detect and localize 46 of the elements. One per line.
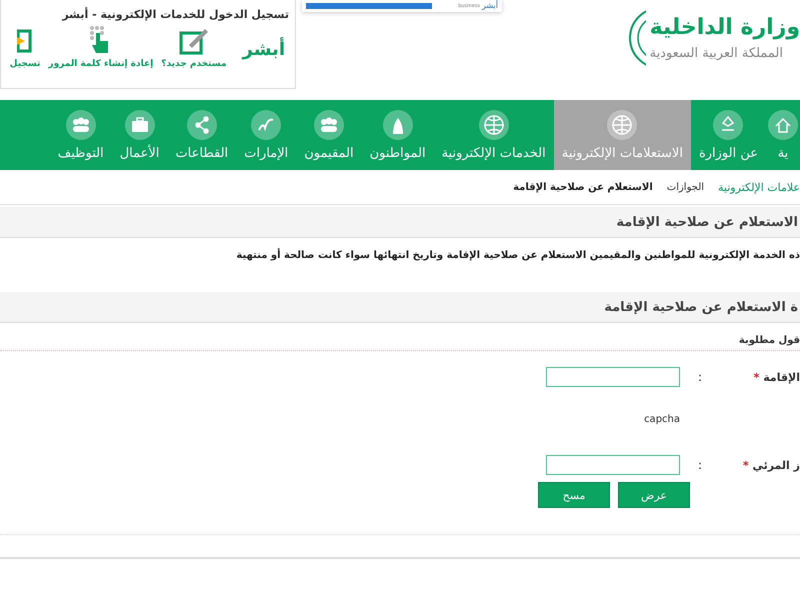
breadcrumb-link[interactable]: الجوازات xyxy=(666,182,704,192)
required-note: قول مطلوبة xyxy=(0,323,800,351)
calligraphy-icon xyxy=(251,110,282,140)
promo-brand: أبشر xyxy=(482,1,498,11)
nav-tab[interactable]: القطاعات xyxy=(167,100,236,170)
input-field[interactable] xyxy=(546,455,680,475)
ministry-logo-subtitle: المملكة العربية السعودية xyxy=(650,45,783,63)
group-icon xyxy=(314,110,344,140)
form-button[interactable]: مسح xyxy=(538,482,610,508)
current-page-text: الاستعلام عن صلاحية الإقامة xyxy=(513,182,653,192)
separator-text: : xyxy=(696,458,704,472)
nav-tab[interactable]: الإمارات xyxy=(236,100,296,170)
login-link[interactable]: إعادة إنشاء كلمة المرور xyxy=(48,25,154,69)
briefcase-icon xyxy=(124,110,155,140)
globe-book-icon xyxy=(607,110,638,140)
nav-tab[interactable]: ية xyxy=(766,100,800,170)
description-text: ذه الخدمة الإلكترونية للمواطنين والمقيمين الاستعلام عن صلاحية الإقامة وتاريخ انتهائها سواء كانت صالحة أو منتهية xyxy=(235,247,800,263)
input-field[interactable] xyxy=(546,367,680,387)
nav-tab[interactable]: عن الوزارة xyxy=(690,100,766,170)
login-icon xyxy=(17,27,34,55)
required-mark: * xyxy=(754,370,760,384)
share-icon xyxy=(186,110,217,140)
form-button[interactable]: عرض xyxy=(618,482,690,508)
separator-text: : xyxy=(696,370,704,384)
home-icon xyxy=(768,110,798,140)
nav-tab[interactable]: الأعمال xyxy=(112,100,168,170)
captcha-text: capcha xyxy=(643,414,680,424)
login-panel-title: تسجيل الدخول للخدمات الإلكترونية - أبشر xyxy=(60,6,290,23)
required-mark: * xyxy=(742,458,749,472)
login-link[interactable]: مستخدم جديد؟ xyxy=(161,27,227,69)
nav-tab[interactable]: الخدمات الإلكترونية xyxy=(434,100,554,170)
checkbox-pencil-icon xyxy=(178,27,209,55)
nav-tab[interactable]: المواطنون xyxy=(362,100,434,170)
ministry-logo-title[interactable]: وزارة الداخلية xyxy=(650,12,800,44)
nav-tab[interactable]: الاستعلامات الإلكترونية xyxy=(554,100,691,170)
nav-tab[interactable]: المقيمون xyxy=(296,100,362,170)
field-label: الإقامة * xyxy=(752,370,800,384)
field-label: ز المرئي * xyxy=(742,458,800,472)
page-title: الاستعلام عن صلاحية الإقامة xyxy=(616,214,798,230)
form-title: ة الاستعلام عن صلاحية الإقامة xyxy=(604,300,798,314)
group-icon xyxy=(66,110,96,140)
globe-icon xyxy=(478,110,509,140)
absher-logo[interactable]: أبشر xyxy=(240,35,287,69)
nav-tab[interactable]: التوظيف xyxy=(50,100,112,170)
breadcrumb-link[interactable]: علامات الإلكترونية xyxy=(718,180,800,194)
login-link[interactable]: تسجيل xyxy=(10,27,40,69)
